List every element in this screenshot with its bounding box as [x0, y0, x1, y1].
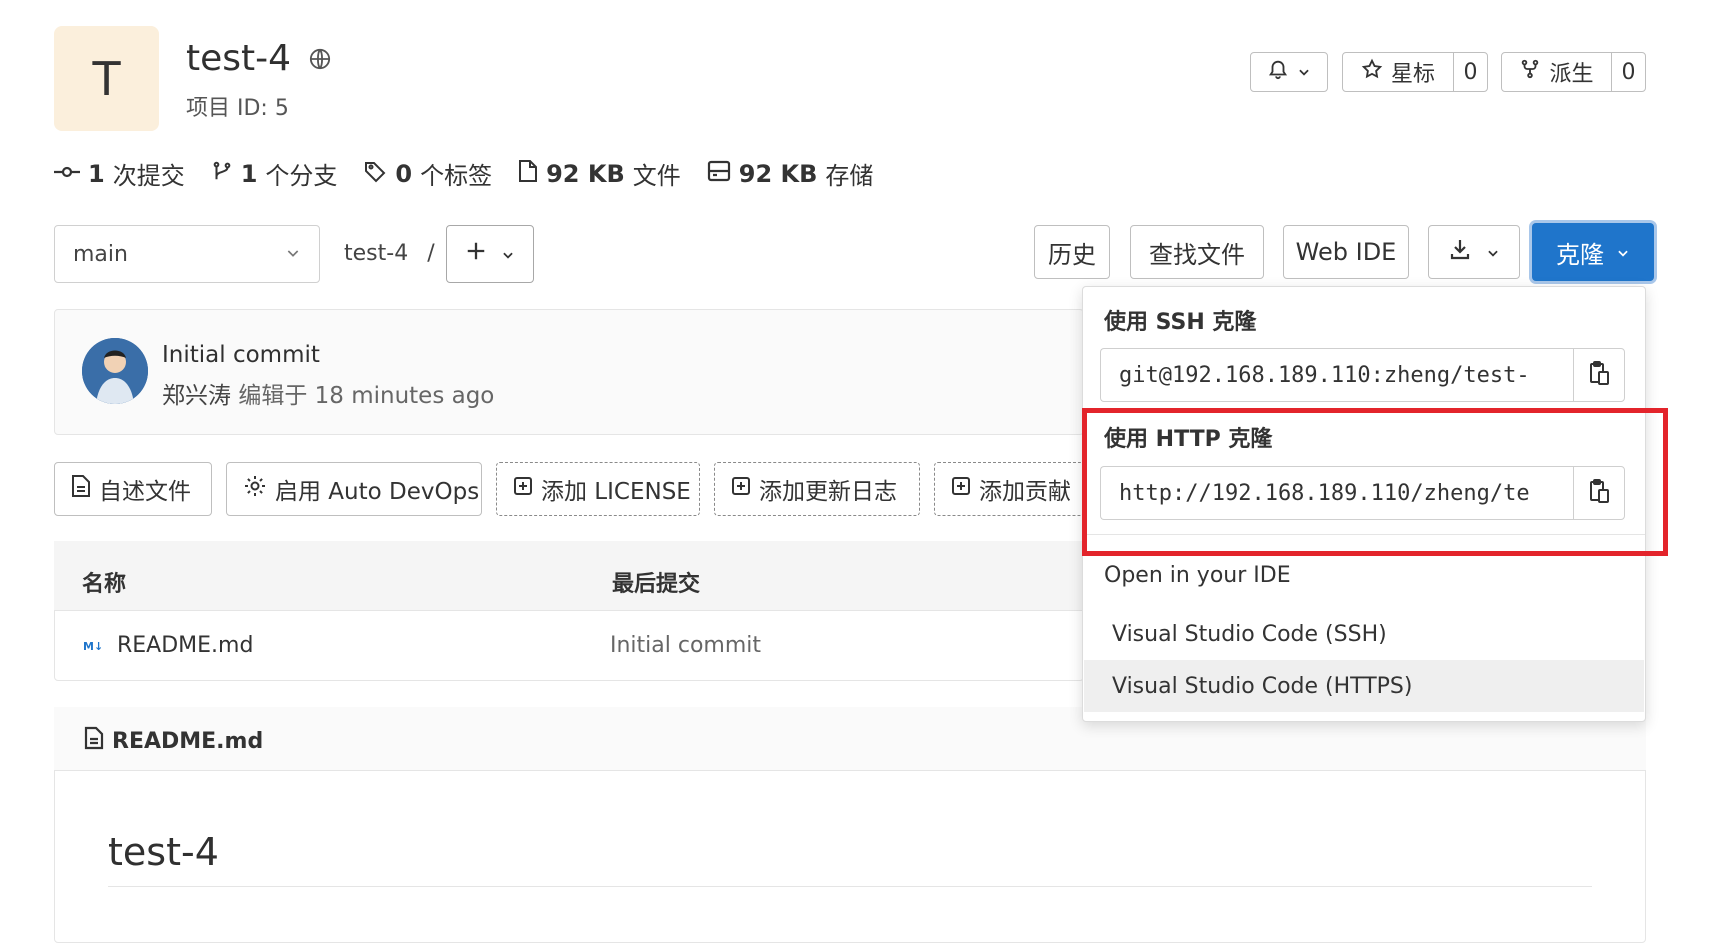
stat-files[interactable]: 92 KB 文件: [518, 156, 681, 191]
readme-filename-row: README.md: [84, 726, 263, 756]
breadcrumb: test-4 /: [344, 241, 435, 266]
fork-icon: [1519, 58, 1541, 86]
svg-text:M↓: M↓: [83, 640, 103, 652]
storage-icon: [707, 160, 731, 188]
stat-branches[interactable]: 1 个分支: [211, 156, 337, 191]
project-name[interactable]: test-4: [186, 38, 291, 79]
project-id: 项目 ID: 5: [186, 96, 289, 121]
commit-icon: [54, 160, 80, 188]
add-changelog-button[interactable]: 添加更新日志: [714, 462, 920, 516]
branch-selector[interactable]: main: [54, 225, 320, 283]
branch-name: main: [73, 241, 128, 267]
breadcrumb-project[interactable]: test-4: [344, 241, 408, 266]
clone-label: 克隆: [1556, 240, 1604, 269]
row-commit-message[interactable]: Initial commit: [610, 633, 761, 658]
bell-icon: [1267, 58, 1289, 86]
star-button[interactable]: 星标 0: [1342, 52, 1488, 92]
commit-author[interactable]: 郑兴涛: [162, 383, 231, 409]
ssh-clone-label: 使用 SSH 克隆: [1104, 310, 1257, 335]
project-avatar-letter: T: [92, 51, 121, 106]
commit-title[interactable]: Initial commit: [162, 342, 320, 368]
copy-ssh-button[interactable]: [1573, 348, 1625, 402]
branch-icon: [211, 159, 233, 189]
plus-icon: [465, 239, 487, 269]
project-avatar: T: [54, 26, 159, 131]
history-button[interactable]: 历史: [1034, 225, 1110, 279]
file-name[interactable]: README.md: [117, 633, 253, 658]
ssh-url-field[interactable]: git@192.168.189.110:zheng/test-: [1100, 348, 1574, 402]
avatar[interactable]: [82, 338, 148, 404]
star-label: 星标: [1390, 62, 1435, 87]
file-icon: [84, 726, 104, 756]
stat-tags[interactable]: 0 个标签: [363, 156, 492, 191]
clipboard-icon: [1588, 360, 1610, 390]
last-commit-panel: [54, 309, 1084, 435]
plus-square-icon: [951, 476, 971, 502]
globe-icon: [309, 38, 331, 79]
auto-devops-button[interactable]: 启用 Auto DevOps: [226, 462, 482, 516]
star-count[interactable]: 0: [1453, 53, 1487, 91]
file-icon: [518, 159, 538, 189]
fork-count[interactable]: 0: [1611, 53, 1645, 91]
gear-icon: [243, 474, 267, 504]
readme-button[interactable]: 自述文件: [54, 462, 212, 516]
http-clone-highlight: [1082, 408, 1668, 556]
star-icon: [1361, 58, 1383, 86]
download-button[interactable]: [1428, 225, 1520, 279]
add-contributing-button[interactable]: 添加贡献: [934, 462, 1084, 516]
readme-filename[interactable]: README.md: [112, 729, 263, 754]
fork-button[interactable]: 派生 0: [1501, 52, 1646, 92]
ide-option-vscode-ssh[interactable]: Visual Studio Code (SSH): [1084, 608, 1644, 660]
divider: [108, 886, 1592, 887]
plus-square-icon: [513, 476, 533, 502]
chevron-down-icon: [1297, 60, 1311, 85]
commit-time: 编辑于 18 minutes ago: [238, 383, 495, 409]
project-title-row: test-4: [186, 38, 331, 79]
markdown-icon: M↓: [83, 633, 107, 658]
chevron-down-icon: [501, 239, 515, 269]
find-file-button[interactable]: 查找文件: [1130, 225, 1264, 279]
chevron-down-icon: [1616, 238, 1630, 266]
readme-heading: test-4: [108, 830, 219, 874]
column-last-commit-header: 最后提交: [612, 572, 701, 597]
project-stats: 1 次提交 1 个分支 0 个标签 92 KB 文件 92 KB 存储: [54, 156, 873, 191]
chevron-down-icon: [285, 242, 301, 267]
stat-storage[interactable]: 92 KB 存储: [707, 156, 873, 191]
web-ide-button[interactable]: Web IDE: [1283, 225, 1409, 279]
clone-button[interactable]: 克隆: [1532, 223, 1654, 281]
file-icon: [71, 474, 91, 504]
add-license-button[interactable]: 添加 LICENSE: [496, 462, 700, 516]
download-icon: [1448, 237, 1472, 267]
chevron-down-icon: [1486, 238, 1500, 266]
tag-icon: [363, 159, 387, 189]
commit-meta: 郑兴涛 编辑于 18 minutes ago: [162, 376, 494, 410]
ide-option-vscode-https[interactable]: Visual Studio Code (HTTPS): [1084, 660, 1644, 712]
plus-square-icon: [731, 476, 751, 502]
notification-button[interactable]: [1250, 52, 1328, 92]
open-in-ide-label: Open in your IDE: [1104, 563, 1291, 588]
column-name-header: 名称: [82, 572, 127, 597]
fork-label: 派生: [1549, 62, 1594, 87]
stat-commits[interactable]: 1 次提交: [54, 156, 185, 191]
add-dropdown-button[interactable]: [446, 225, 534, 283]
table-row[interactable]: M↓ README.md: [83, 633, 253, 658]
file-table-header: [54, 541, 1084, 611]
breadcrumb-separator: /: [427, 241, 435, 266]
